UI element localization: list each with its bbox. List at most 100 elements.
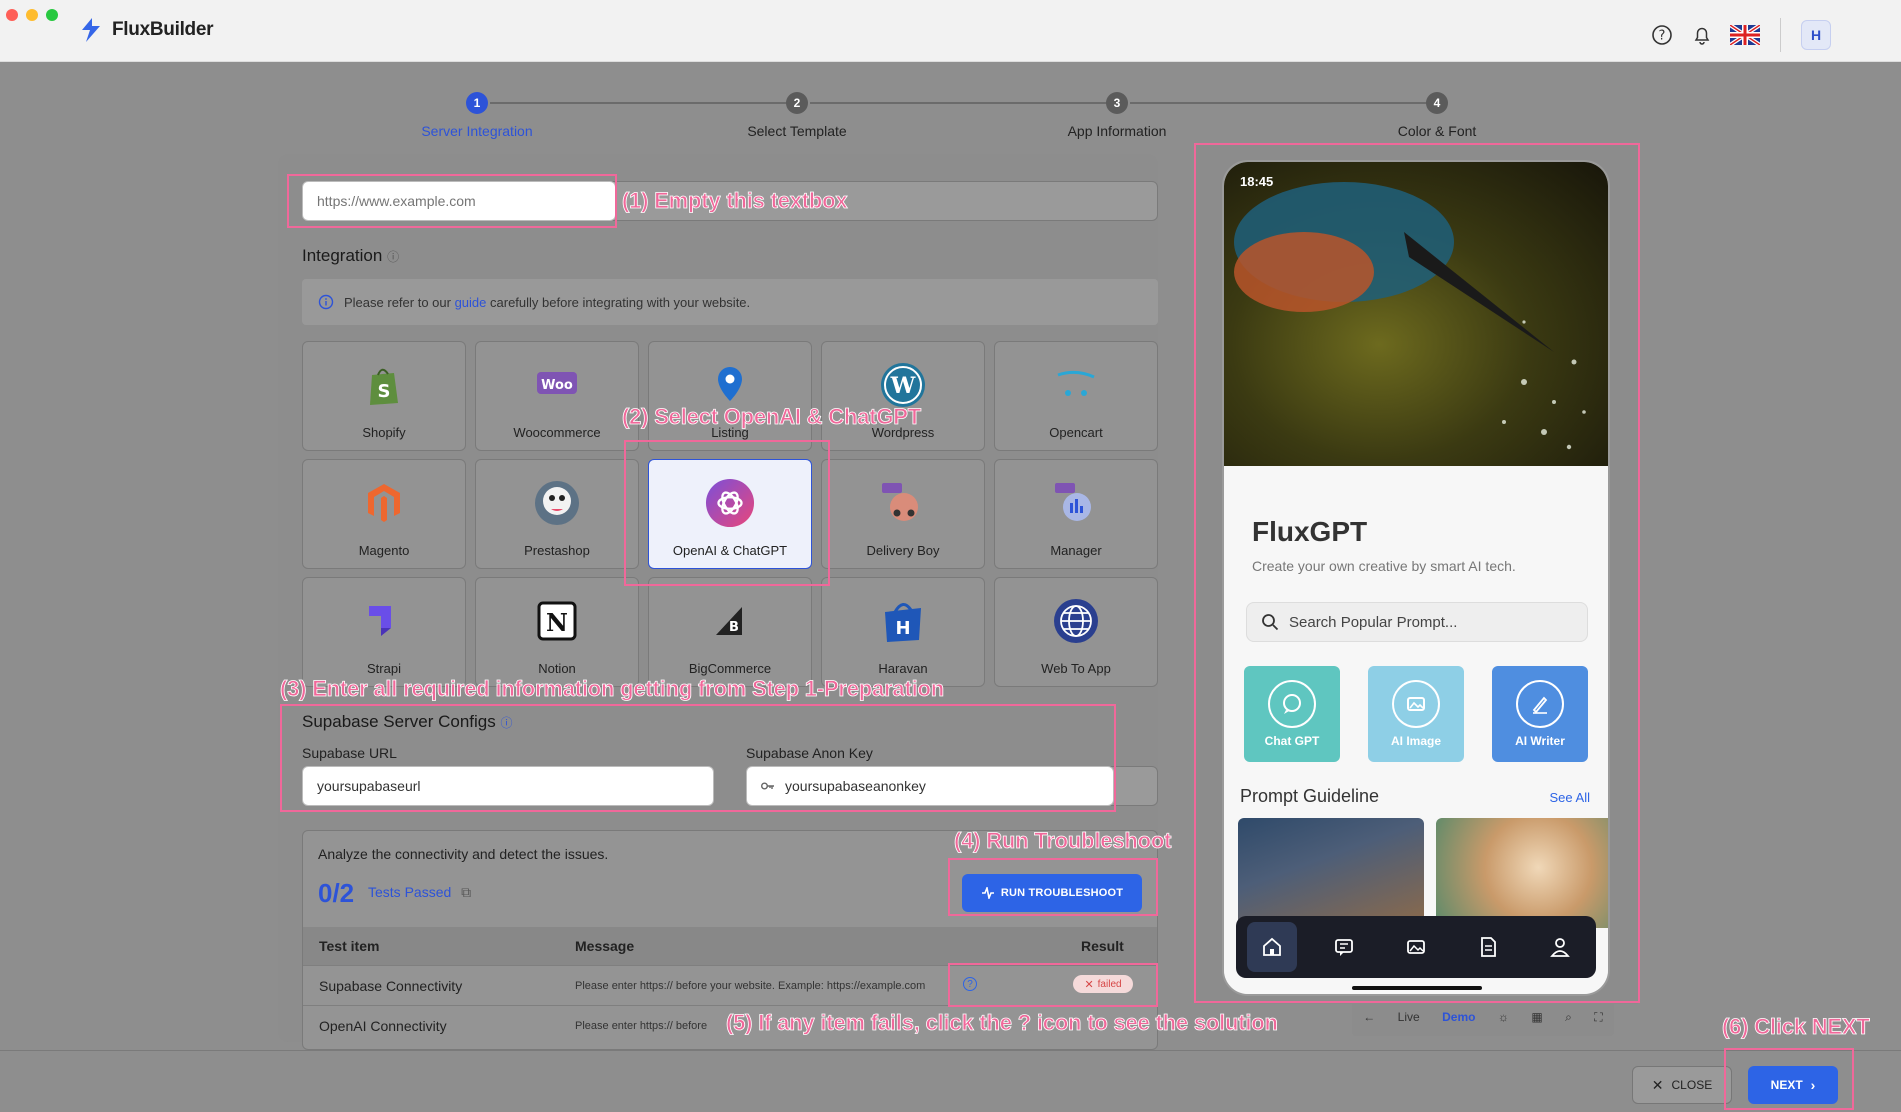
wordpress-icon: W: [878, 360, 928, 410]
step-label: Select Template: [747, 123, 847, 139]
step-number: 4: [1426, 92, 1448, 114]
platform-tile-prestashop[interactable]: Prestashop: [475, 459, 639, 569]
annotation-step-3: (3) Enter all required information getti…: [280, 676, 945, 702]
svg-text:Woo: Woo: [541, 378, 573, 393]
fluxbuilder-logo-icon: [82, 18, 100, 42]
tile-label: Shopify: [362, 425, 406, 440]
column-message: Message: [575, 938, 635, 954]
info-circle-icon: [318, 294, 334, 310]
info-text-suffix: carefully before integrating with your w…: [490, 294, 751, 310]
platform-tile-notion[interactable]: N Notion: [475, 577, 639, 687]
tile-label: Opencart: [1049, 425, 1103, 440]
step-number: 3: [1106, 92, 1128, 114]
tests-passed-text: Tests Passed: [368, 884, 452, 900]
location-pin-icon: [705, 360, 755, 410]
grid-icon[interactable]: ▦: [1531, 1010, 1542, 1024]
live-toggle[interactable]: Live: [1398, 1010, 1420, 1024]
step-label: Color & Font: [1397, 123, 1477, 139]
results-table-header: Test item Message Result: [303, 927, 1157, 965]
magento-icon: [359, 478, 409, 528]
platform-tile-delivery-boy[interactable]: Delivery Boy: [821, 459, 985, 569]
preview-toolbar: ← Live Demo ☼ ▦ ⌕ ⛶: [1352, 998, 1614, 1036]
highlight-run-button: [948, 858, 1158, 916]
close-button-label: CLOSE: [1671, 1078, 1713, 1092]
svg-text:N: N: [546, 608, 568, 637]
svg-text:S: S: [378, 381, 391, 402]
copy-icon[interactable]: ⧉: [461, 884, 471, 900]
brand[interactable]: FluxBuilder: [78, 16, 214, 44]
column-result: Result: [1081, 938, 1124, 954]
test-item-name: OpenAI Connectivity: [319, 1017, 447, 1034]
globe-icon: [1051, 596, 1101, 646]
window-zoom-dot[interactable]: [46, 9, 58, 21]
platform-tile-woocommerce[interactable]: Woo Woocommerce: [475, 341, 639, 451]
step-label: App Information: [1067, 123, 1167, 139]
guide-link[interactable]: guide: [455, 295, 487, 310]
notion-icon: N: [532, 596, 582, 646]
step-select-template[interactable]: 2 Select Template: [697, 92, 897, 139]
fullscreen-icon[interactable]: ⛶: [1594, 1010, 1602, 1025]
highlight-openai-tile: [624, 440, 830, 586]
platform-tile-bigcommerce[interactable]: B BigCommerce: [648, 577, 812, 687]
tile-label: Haravan: [878, 661, 928, 676]
demo-toggle[interactable]: Demo: [1442, 1010, 1475, 1024]
title-bar: FluxBuilder ? H: [0, 0, 1901, 62]
platform-tile-shopify[interactable]: S Shopify: [302, 341, 466, 451]
brightness-icon[interactable]: ☼: [1498, 1010, 1509, 1024]
platform-tile-wordpress[interactable]: W Wordpress: [821, 341, 985, 451]
header-divider: [1780, 18, 1781, 52]
annotation-step-1: (1) Empty this textbox: [622, 188, 848, 214]
platform-tile-opencart[interactable]: Opencart: [994, 341, 1158, 451]
tile-label: Manager: [1050, 543, 1102, 558]
platform-tile-magento[interactable]: Magento: [302, 459, 466, 569]
avatar[interactable]: H: [1801, 20, 1831, 50]
info-icon[interactable]: ⓘ: [387, 250, 399, 264]
manager-chart-icon: [1051, 478, 1101, 528]
step-label: Server Integration: [421, 123, 533, 139]
highlight-result-cell: [948, 963, 1158, 1007]
info-text-prefix: Please refer to our: [344, 294, 451, 310]
test-message: Please enter https:// before: [575, 1019, 708, 1032]
svg-text:W: W: [890, 373, 916, 399]
delivery-scooter-icon: [878, 478, 928, 528]
step-number: 1: [466, 92, 488, 114]
platform-tile-strapi[interactable]: Strapi: [302, 577, 466, 687]
wizard-footer: [0, 1050, 1901, 1112]
header-actions: ? H: [1650, 18, 1831, 52]
platform-tile-web-to-app[interactable]: Web To App: [994, 577, 1158, 687]
cart-icon: [1051, 360, 1101, 410]
platform-tile-manager[interactable]: Manager: [994, 459, 1158, 569]
prestashop-icon: [532, 478, 582, 528]
strapi-icon: [359, 596, 409, 646]
step-app-information[interactable]: 3 App Information: [1017, 92, 1217, 139]
bigcommerce-icon: B: [705, 596, 755, 646]
svg-text:H: H: [895, 618, 910, 639]
annotation-step-4: (4) Run Troubleshoot: [954, 828, 1172, 854]
close-button[interactable]: ✕ CLOSE: [1632, 1066, 1732, 1104]
step-server-integration[interactable]: 1 Server Integration: [377, 92, 577, 139]
help-icon[interactable]: ?: [1650, 23, 1674, 47]
tile-label: Web To App: [1041, 661, 1111, 676]
tests-passed-label: Tests Passed ⧉: [368, 884, 471, 901]
step-color-font[interactable]: 4 Color & Font: [1337, 92, 1537, 139]
svg-text:?: ?: [1659, 29, 1666, 44]
uk-flag-icon[interactable]: [1730, 25, 1760, 45]
tests-score: 0/2: [318, 878, 355, 908]
arrow-left-icon[interactable]: ←: [1363, 1010, 1375, 1024]
tile-label: BigCommerce: [688, 661, 772, 676]
close-icon: ✕: [1651, 1076, 1664, 1093]
haravan-bag-icon: H: [878, 596, 928, 646]
integration-info-bar: Please refer to our guide carefully befo…: [302, 279, 1158, 325]
tile-label: Strapi: [367, 661, 401, 676]
tile-label: Notion: [538, 661, 576, 676]
test-item-name: Supabase Connectivity: [319, 977, 463, 994]
bell-icon[interactable]: [1690, 23, 1714, 47]
window-close-dot[interactable]: [6, 9, 18, 21]
window-minimize-dot[interactable]: [26, 9, 38, 21]
column-test-item: Test item: [319, 938, 380, 954]
platform-tile-haravan[interactable]: H Haravan: [821, 577, 985, 687]
platform-tile-listing[interactable]: Listing: [648, 341, 812, 451]
annotation-step-5: (5) If any item fails, click the ? icon …: [726, 1010, 1279, 1036]
zoom-icon[interactable]: ⌕: [1565, 1010, 1572, 1025]
highlight-supabase-configs: [280, 704, 1116, 812]
